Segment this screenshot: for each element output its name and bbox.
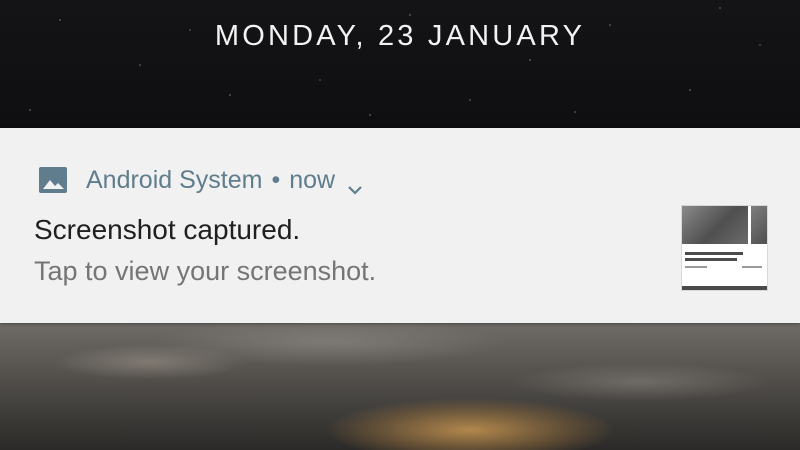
screenshot-notification[interactable]: Android System • now Screenshot captured… <box>0 128 800 323</box>
notification-time: now <box>289 165 336 194</box>
thumbnail-byline <box>685 266 707 268</box>
thumbnail-headline-line <box>685 258 737 261</box>
notification-title: Screenshot captured. <box>34 214 301 245</box>
screenshot-thumbnail[interactable] <box>681 205 768 291</box>
notification-text: Tap to view your screenshot. <box>34 256 377 286</box>
thumbnail-share-icons <box>742 266 762 268</box>
thumbnail-photo <box>682 206 748 244</box>
lockscreen-date: MONDAY, 23 JANUARY <box>214 20 586 52</box>
earth-horizon-background <box>0 322 800 450</box>
thumbnail-bottom-bar <box>682 286 767 290</box>
notification-header[interactable]: Android System • now <box>38 164 363 196</box>
thumbnail-headline-line <box>685 252 743 255</box>
header-separator: • <box>271 165 281 194</box>
thumbnail-photo-side <box>751 206 767 244</box>
image-icon <box>38 165 68 195</box>
chevron-down-icon[interactable] <box>347 174 363 195</box>
app-name: Android System <box>86 165 263 194</box>
